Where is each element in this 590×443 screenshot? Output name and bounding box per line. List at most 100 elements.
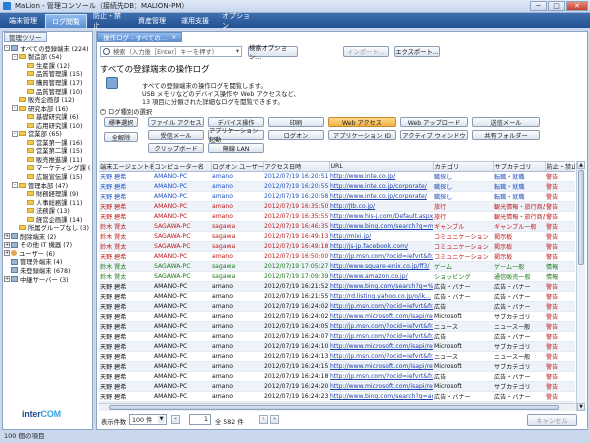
menu-item[interactable]: 資産管理	[131, 14, 173, 28]
tree-node[interactable]: - すべての登録端末 (224)	[4, 44, 91, 53]
column-header[interactable]: カテゴリ	[433, 162, 494, 172]
export-button[interactable]: エクスポート...	[394, 46, 440, 57]
tree-node[interactable]: + 削除端末 (2)	[4, 232, 91, 241]
table-row[interactable]: 鈴木 賢太 SAGAWA-PC sagawa 2012/07/19 16:49:18 h…	[99, 241, 575, 252]
menu-item[interactable]: 運用支援	[174, 14, 216, 28]
first-page-button[interactable]: «	[171, 415, 180, 424]
scroll-thumb[interactable]	[578, 170, 584, 265]
table-row[interactable]: 鈴木 賢太 SAGAWA-PC sagawa 2012/07/19 17:05:27 h…	[99, 261, 575, 272]
table-row[interactable]: 天野 碧希 AMANO-PC amano 2012/07/19 16:21:52 htt…	[99, 281, 575, 292]
tab-close-icon[interactable]: ×	[171, 34, 176, 41]
tree-node[interactable]: 品質管理課 (10)	[4, 87, 91, 96]
menu-item[interactable]: 端末管理	[2, 14, 44, 28]
table-row[interactable]: 天野 碧希 AMANO-PC amano 2012/07/19 16:24:02 htt…	[99, 301, 575, 312]
import-button[interactable]: インポート...	[343, 46, 389, 57]
column-header[interactable]: アクセス日時	[263, 162, 330, 172]
cancel-button[interactable]: キャンセル	[527, 414, 577, 426]
expand-toggle-icon[interactable]: -	[4, 45, 10, 52]
table-row[interactable]: 天野 碧希 AMANO-PC amano 2012/07/19 16:24:02 htt…	[99, 311, 575, 322]
clear-all-button[interactable]: 全解除	[104, 132, 138, 142]
log-type-button[interactable]: 送信メール	[472, 117, 540, 127]
log-type-button[interactable]: 受信メール	[148, 130, 204, 140]
tree-node[interactable]: マーケティング課 (8)	[4, 164, 91, 172]
tree-node[interactable]: 法務課 (13)	[4, 206, 91, 215]
column-header[interactable]: 防止・禁止	[545, 162, 575, 172]
expand-toggle-icon[interactable]: -	[12, 105, 18, 112]
column-header[interactable]: 端末エージェント名	[99, 162, 154, 172]
tree-node[interactable]: 生産課 (12)	[4, 61, 91, 70]
table-row[interactable]: 天野 碧希 AMANO-PC amano 2012/07/19 16:24:20 htt…	[99, 381, 575, 392]
column-header[interactable]: コンピューター名	[153, 162, 212, 172]
last-page-button[interactable]: »	[270, 415, 279, 424]
expand-toggle-icon[interactable]: -	[12, 182, 18, 189]
expand-toggle-icon[interactable]: -	[12, 53, 18, 60]
table-row[interactable]: 天野 碧希 AMANO-PC amano 2012/07/19 16:24:05 htt…	[99, 321, 575, 332]
table-row[interactable]: 天野 碧希 AMANO-PC amano 2012/07/19 16:20:55 htt…	[99, 181, 575, 192]
tree-node[interactable]: + 中継サーバー (3)	[4, 275, 91, 284]
scroll-thumb[interactable]	[109, 405, 559, 410]
page-number-input[interactable]: 1	[189, 414, 211, 425]
table-row[interactable]: 鈴木 賢太 SAGAWA-PC sagawa 2012/07/19 17:09:39 h…	[99, 271, 575, 282]
menu-item[interactable]: 防止・禁止	[88, 12, 130, 30]
tree-node[interactable]: 財務経理課 (9)	[4, 189, 91, 198]
tree-node[interactable]: 広報宣伝課 (15)	[4, 172, 91, 181]
table-row[interactable]: 天野 碧希 AMANO-PC amano 2012/07/19 16:24:13 htt…	[99, 351, 575, 362]
log-type-button[interactable]: アクティブ ウィンドウ	[400, 130, 468, 140]
log-type-button[interactable]: アプリケーション起動	[208, 128, 264, 144]
tree-node[interactable]: 営業第二課 (15)	[4, 147, 91, 155]
next-page-button[interactable]: ›	[259, 415, 268, 424]
tab-operation-log[interactable]: 操作ログ - すべての… ×	[97, 32, 183, 42]
tab-management-tree[interactable]: 管理ツリー	[4, 32, 47, 42]
menu-item[interactable]: ログ閲覧	[45, 14, 87, 28]
table-row[interactable]: 天野 碧希 AMANO-PC amano 2012/07/19 16:50:00 htt…	[99, 251, 575, 262]
log-type-button[interactable]: アプリケーション ID	[328, 130, 396, 140]
tree-node[interactable]: - 管理本部 (47)	[4, 181, 91, 190]
table-row[interactable]: 天野 碧希 AMANO-PC amano 2012/07/19 16:24:18 htt…	[99, 371, 575, 382]
table-row[interactable]: 天野 碧希 AMANO-PC amano 2012/07/19 16:24:23 htt…	[99, 391, 575, 402]
expand-toggle-icon[interactable]: +	[4, 276, 10, 283]
column-header[interactable]: サブカテゴリ	[493, 162, 546, 172]
search-input[interactable]: 検索（入力後［Enter］キーを押す） ▾	[100, 46, 242, 57]
tree-node[interactable]: 管理外端末 (4)	[4, 258, 91, 266]
table-row[interactable]: 天野 碧希 AMANO-PC amano 2012/07/19 16:24:15 htt…	[99, 361, 575, 372]
table-row[interactable]: 天野 碧希 AMANO-PC amano 2012/07/19 16:21:55 htt…	[99, 291, 575, 302]
maximize-button[interactable]: □	[548, 1, 565, 11]
table-row[interactable]: 天野 碧希 AMANO-PC amano 2012/07/19 16:24:07 htt…	[99, 331, 575, 342]
vertical-scrollbar[interactable]: ▲ ▼	[576, 161, 585, 411]
table-row[interactable]: 天野 碧希 AMANO-PC amano 2012/07/19 16:20:51 htt…	[99, 171, 575, 182]
expand-toggle-icon[interactable]: +	[4, 250, 10, 257]
tree-node[interactable]: 所属グループなし (3)	[4, 223, 91, 232]
expand-toggle-icon[interactable]: +	[4, 241, 10, 248]
log-type-button[interactable]: 共有フォルダー	[472, 130, 540, 140]
column-header[interactable]: ログオン ユーザー名	[211, 162, 264, 172]
horizontal-scrollbar[interactable]	[99, 403, 576, 411]
tree-node[interactable]: 販売企画部 (12)	[4, 95, 91, 104]
table-row[interactable]: 鈴木 賢太 SAGAWA-PC sagawa 2012/07/19 16:46:35 h…	[99, 221, 575, 232]
tree-node[interactable]: - 研究本部 (16)	[4, 104, 91, 113]
log-type-button[interactable]: 無線 LAN	[208, 143, 264, 153]
tree-node[interactable]: - 営業部 (65)	[4, 129, 91, 138]
search-options-button[interactable]: 検索オプション...	[248, 45, 298, 61]
tree-node[interactable]: 営業第一課 (16)	[4, 138, 91, 147]
log-type-button[interactable]: ファイル アクセス	[148, 117, 204, 127]
tree-node[interactable]: + ユーザー (6)	[4, 249, 91, 258]
tree-node[interactable]: - 製造部 (54)	[4, 53, 91, 61]
table-row[interactable]: 天野 碧希 AMANO-PC amano 2012/07/19 16:20:58 htt…	[99, 191, 575, 202]
tree-node[interactable]: 経営企画課 (14)	[4, 215, 91, 224]
table-row[interactable]: 天野 碧希 AMANO-PC amano 2012/07/19 16:35:55 htt…	[99, 211, 575, 222]
tree-node[interactable]: 応用研究課 (10)	[4, 121, 91, 130]
log-type-button[interactable]: 印刷	[268, 117, 324, 127]
log-type-button[interactable]: クリップボード	[148, 143, 204, 153]
tree-node[interactable]: 基礎研究課 (6)	[4, 112, 91, 121]
menu-item[interactable]: オプション	[217, 12, 259, 30]
table-row[interactable]: 天野 碧希 AMANO-PC amano 2012/07/19 16:24:10 htt…	[99, 341, 575, 352]
collapse-icon[interactable]: ^	[100, 108, 106, 115]
per-page-select[interactable]: 100 件 ▼	[129, 414, 167, 425]
minimize-button[interactable]: ─	[530, 1, 547, 11]
tree-node[interactable]: 販売推進課 (11)	[4, 155, 91, 164]
expand-toggle-icon[interactable]: +	[4, 233, 10, 240]
tree-node[interactable]: 購買管理課 (17)	[4, 78, 91, 87]
log-type-button[interactable]: Web アクセス	[328, 117, 396, 127]
scroll-up-icon[interactable]: ▲	[577, 161, 585, 169]
close-button[interactable]: ✕	[566, 1, 588, 11]
